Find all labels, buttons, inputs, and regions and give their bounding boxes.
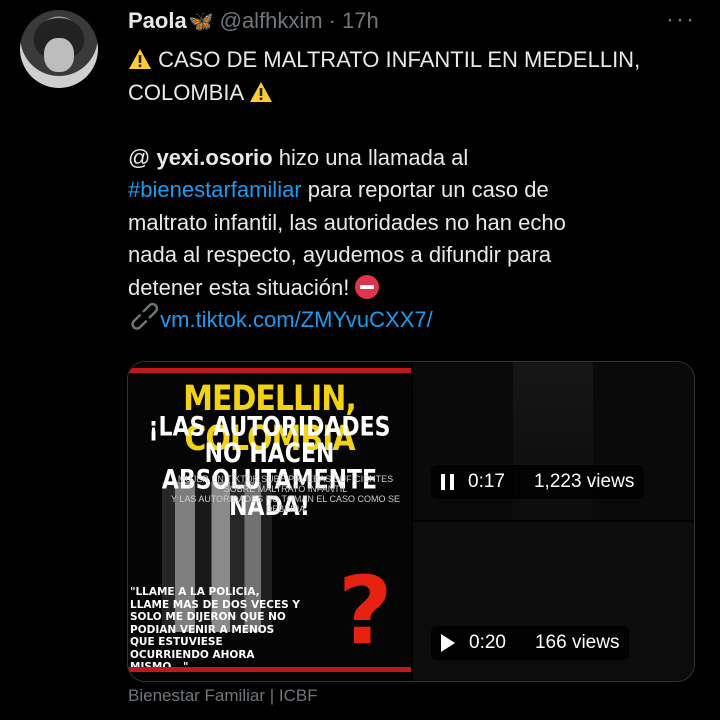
no-entry-icon	[355, 274, 380, 299]
poster-caption-1: MUJER EN TIKTOK SUBE PRUEBAS SUFICIENTES…	[177, 474, 394, 494]
tweet-text: CASO DE MALTRATO INFANTIL EN MEDELLIN, C…	[122, 44, 688, 338]
display-name[interactable]: Paola	[128, 8, 187, 34]
avatar-face	[44, 38, 74, 72]
tweet-line-4: #bienestarfamiliar para reportar un caso…	[128, 174, 688, 207]
tweet-body-2: para reportar un caso de	[301, 177, 549, 202]
poster-subtitle-1: ¡LAS AUTORIDADES NO HACEN	[148, 412, 391, 470]
tweet-line-3: @ yexi.osorio hizo una llamada al	[128, 142, 688, 175]
badge-divider	[518, 465, 520, 499]
tweet-line-8: ⊂⊃ vm.tiktok.com/ZMYvuCXX7/	[122, 294, 688, 338]
warning-icon	[250, 81, 273, 102]
tweet-header: Paola 🦋 @alfhkxim · 17h	[128, 6, 379, 36]
timestamp[interactable]: 17h	[342, 8, 379, 34]
poster-caption: MUJER EN TIKTOK SUBE PRUEBAS SUFICIENTES…	[168, 474, 403, 514]
badge-divider	[519, 626, 521, 660]
poster-quote: "LLAME A LA POLICIA, LLAME MAS DE DOS VE…	[130, 586, 300, 673]
play-icon[interactable]	[441, 634, 455, 652]
butterfly-icon: 🦋	[188, 10, 214, 33]
video-2-time: 0:20	[469, 632, 506, 653]
media-grid: MEDELLIN, COLOMBIA ¡LAS AUTORIDADES NO H…	[127, 361, 695, 682]
mention-prefix: @	[128, 144, 157, 170]
tiktok-link[interactable]: vm.tiktok.com/ZMYvuCXX7/	[160, 307, 433, 332]
avatar[interactable]	[20, 10, 98, 88]
link-icon: ⊂⊃	[122, 293, 167, 338]
video-1-controls[interactable]: 0:17 1,223 views	[431, 465, 645, 499]
tweet-body-5: detener esta situación!	[128, 274, 350, 300]
tweet-line-7: detener esta situación!	[128, 272, 688, 305]
poster-red-bar-bottom	[128, 667, 411, 672]
tweet-headline-2: COLOMBIA	[128, 79, 243, 105]
video-2-controls[interactable]: 0:20 166 views	[431, 626, 630, 660]
tweet-line-5: maltrato infantil, las autoridades no ha…	[128, 209, 566, 235]
user-handle[interactable]: @alfhkxim	[220, 8, 323, 34]
video-1-views: 1,223 views	[533, 471, 635, 492]
mention-link[interactable]: yexi.osorio	[156, 145, 272, 170]
poster-red-bar-top	[128, 368, 411, 373]
tweet-headline-1: CASO DE MALTRATO INFANTIL EN MEDELLIN,	[158, 47, 641, 72]
hashtag-link[interactable]: #bienestarfamiliar	[128, 177, 302, 202]
warning-icon	[129, 49, 151, 69]
video-1-time: 0:17	[468, 471, 505, 492]
separator-dot: ·	[328, 8, 336, 33]
pause-icon[interactable]	[441, 474, 454, 490]
tweet-line-2: COLOMBIA	[128, 77, 688, 110]
more-options-icon[interactable]: ···	[664, 6, 698, 36]
tweet-line-6: nada al respecto, ayudemos a difundir pa…	[128, 242, 552, 267]
media-source-label[interactable]: Bienestar Familiar | ICBF	[128, 686, 318, 706]
video-thumbnail-poster[interactable]: MEDELLIN, COLOMBIA ¡LAS AUTORIDADES NO H…	[128, 362, 411, 681]
poster-caption-2: Y LAS AUTORIDADES NO TOMAN EL CASO COMO …	[170, 494, 401, 514]
tweet-line-1: CASO DE MALTRATO INFANTIL EN MEDELLIN,	[128, 44, 688, 77]
video-2-views: 166 views	[534, 632, 620, 653]
tweet-body-1: hizo una llamada al	[272, 144, 469, 170]
question-mark-graphic: ?	[338, 557, 393, 666]
